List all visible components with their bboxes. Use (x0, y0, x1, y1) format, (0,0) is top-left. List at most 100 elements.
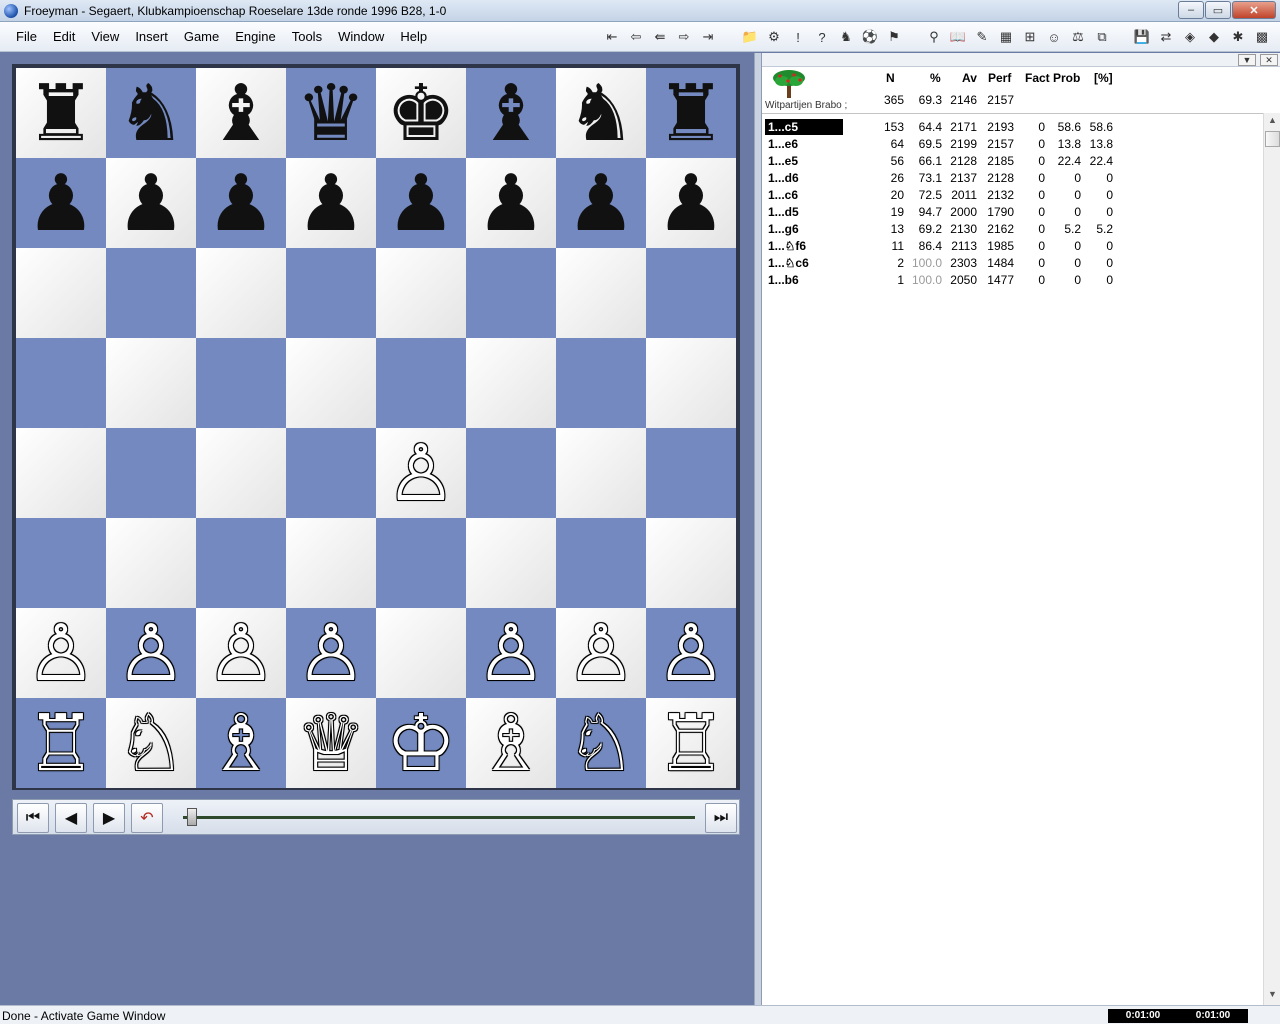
view-toolbar-1-icon[interactable]: 📖 (946, 26, 970, 48)
nav-toolbar-1-icon[interactable]: ⇦ (624, 26, 648, 48)
menu-item-window[interactable]: Window (330, 29, 392, 44)
square-h5[interactable] (646, 338, 736, 428)
square-e6[interactable] (376, 248, 466, 338)
square-d7[interactable]: ♟ (286, 158, 376, 248)
square-e2[interactable] (376, 608, 466, 698)
book-move[interactable]: 1...e5 (765, 153, 843, 169)
menu-item-tools[interactable]: Tools (284, 29, 330, 44)
view-toolbar-6-icon[interactable]: ⚖ (1066, 26, 1090, 48)
close-button[interactable]: ✕ (1232, 1, 1276, 19)
square-a7[interactable]: ♟ (16, 158, 106, 248)
file-toolbar-3-icon[interactable]: ◆ (1202, 26, 1226, 48)
col-header-perf[interactable]: Perf (988, 71, 1011, 85)
square-c4[interactable] (196, 428, 286, 518)
black-piece-icon[interactable]: ♟ (26, 164, 96, 242)
book-move[interactable]: 1...g6 (765, 221, 843, 237)
tools-toolbar-5-icon[interactable]: ⚽ (858, 26, 882, 48)
square-g8[interactable]: ♞ (556, 68, 646, 158)
square-b6[interactable] (106, 248, 196, 338)
scroll-thumb[interactable] (1265, 131, 1280, 147)
menu-item-insert[interactable]: Insert (127, 29, 176, 44)
col-header-pct[interactable]: % (930, 71, 941, 85)
black-piece-icon[interactable]: ♟ (476, 164, 546, 242)
scroll-up-arrow-icon[interactable]: ▲ (1266, 115, 1279, 129)
take-back-button[interactable]: ↶ (131, 803, 163, 833)
square-b4[interactable] (106, 428, 196, 518)
square-d4[interactable] (286, 428, 376, 518)
book-move[interactable]: 1...♘c6 (765, 255, 843, 271)
nav-toolbar-3-icon[interactable]: ⇨ (672, 26, 696, 48)
pane-splitter[interactable] (754, 53, 761, 1005)
pane-menu-button[interactable]: ▼ (1238, 54, 1256, 66)
book-move[interactable]: 1...c6 (765, 187, 843, 203)
square-h8[interactable]: ♜ (646, 68, 736, 158)
previous-move-button[interactable]: ◀ (55, 803, 87, 833)
square-a4[interactable] (16, 428, 106, 518)
square-d3[interactable] (286, 518, 376, 608)
black-piece-icon[interactable]: ♝ (206, 74, 276, 152)
book-move[interactable]: 1...d6 (765, 170, 843, 186)
minimize-button[interactable]: – (1178, 1, 1204, 19)
tools-toolbar-6-icon[interactable]: ⚑ (882, 26, 906, 48)
white-piece-icon[interactable]: ♗ (476, 704, 546, 782)
white-piece-icon[interactable]: ♙ (206, 614, 276, 692)
square-f3[interactable] (466, 518, 556, 608)
col-header-prob-pct[interactable]: [%] (1094, 71, 1113, 85)
view-toolbar-5-icon[interactable]: ☺ (1042, 26, 1066, 48)
square-c2[interactable]: ♙ (196, 608, 286, 698)
first-move-button[interactable]: ⏮ (17, 803, 49, 833)
square-e5[interactable] (376, 338, 466, 428)
menu-item-edit[interactable]: Edit (45, 29, 83, 44)
square-a8[interactable]: ♜ (16, 68, 106, 158)
square-c3[interactable] (196, 518, 286, 608)
square-c1[interactable]: ♗ (196, 698, 286, 788)
square-g4[interactable] (556, 428, 646, 518)
square-e1[interactable]: ♔ (376, 698, 466, 788)
view-toolbar-7-icon[interactable]: ⧉ (1090, 26, 1114, 48)
square-d2[interactable]: ♙ (286, 608, 376, 698)
black-piece-icon[interactable]: ♟ (566, 164, 636, 242)
square-a6[interactable] (16, 248, 106, 338)
square-b2[interactable]: ♙ (106, 608, 196, 698)
square-b3[interactable] (106, 518, 196, 608)
black-piece-icon[interactable]: ♚ (386, 74, 456, 152)
tools-toolbar-2-icon[interactable]: ! (786, 26, 810, 48)
square-g5[interactable] (556, 338, 646, 428)
white-piece-icon[interactable]: ♕ (296, 704, 366, 782)
book-move[interactable]: 1...♘f6 (765, 238, 843, 254)
view-toolbar-4-icon[interactable]: ⊞ (1018, 26, 1042, 48)
square-b8[interactable]: ♞ (106, 68, 196, 158)
square-h1[interactable]: ♖ (646, 698, 736, 788)
black-piece-icon[interactable]: ♝ (476, 74, 546, 152)
square-a1[interactable]: ♖ (16, 698, 106, 788)
menu-item-help[interactable]: Help (392, 29, 435, 44)
view-toolbar-3-icon[interactable]: ▦ (994, 26, 1018, 48)
file-toolbar-1-icon[interactable]: ⇄ (1154, 26, 1178, 48)
black-piece-icon[interactable]: ♛ (296, 74, 366, 152)
square-h4[interactable] (646, 428, 736, 518)
white-piece-icon[interactable]: ♙ (566, 614, 636, 692)
col-header-fact[interactable]: Fact (1025, 71, 1050, 85)
move-slider-track[interactable] (183, 816, 695, 819)
nav-toolbar-2-icon[interactable]: ⇚ (648, 26, 672, 48)
square-e7[interactable]: ♟ (376, 158, 466, 248)
black-piece-icon[interactable]: ♟ (296, 164, 366, 242)
square-b5[interactable] (106, 338, 196, 428)
view-toolbar-2-icon[interactable]: ✎ (970, 26, 994, 48)
square-c7[interactable]: ♟ (196, 158, 286, 248)
file-toolbar-2-icon[interactable]: ◈ (1178, 26, 1202, 48)
square-h6[interactable] (646, 248, 736, 338)
square-f6[interactable] (466, 248, 556, 338)
square-g7[interactable]: ♟ (556, 158, 646, 248)
white-piece-icon[interactable]: ♗ (206, 704, 276, 782)
pane-close-button[interactable]: ✕ (1260, 54, 1278, 66)
white-piece-icon[interactable]: ♘ (566, 704, 636, 782)
black-piece-icon[interactable]: ♜ (656, 74, 726, 152)
square-g6[interactable] (556, 248, 646, 338)
black-piece-icon[interactable]: ♟ (656, 164, 726, 242)
square-f5[interactable] (466, 338, 556, 428)
square-a3[interactable] (16, 518, 106, 608)
file-toolbar-5-icon[interactable]: ▩ (1250, 26, 1274, 48)
square-d1[interactable]: ♕ (286, 698, 376, 788)
book-move[interactable]: 1...c5 (765, 119, 843, 135)
